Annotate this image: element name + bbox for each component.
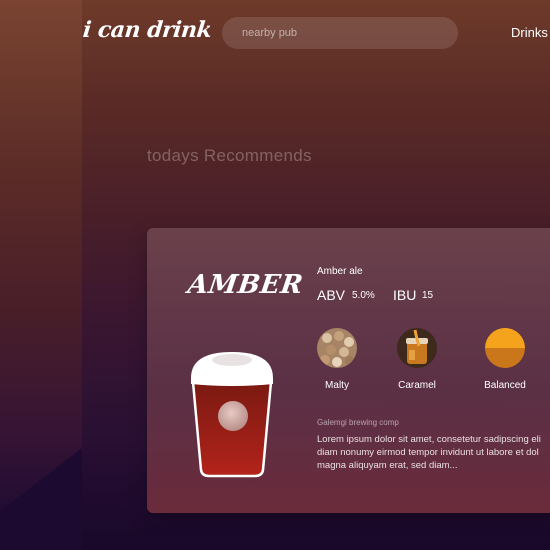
- app-logo[interactable]: i can drink: [82, 17, 213, 43]
- flavor-label: Malty: [325, 380, 349, 391]
- beer-style: Amber ale: [317, 266, 363, 277]
- search-bar[interactable]: [222, 17, 458, 49]
- description-line: Lorem ipsum dolor sit amet, consetetur s…: [317, 434, 541, 445]
- malt-grain-icon: [317, 328, 357, 368]
- caramel-jar-icon: [397, 328, 437, 368]
- beer-card[interactable]: AMBER Amber ale ABV 5.0% IBU 15 Malty Ca…: [147, 228, 550, 513]
- flavor-malty[interactable]: Malty: [307, 328, 367, 391]
- flavor-label: Balanced: [484, 380, 526, 391]
- flavor-balanced[interactable]: Balanced: [475, 328, 535, 391]
- ibu-value: 15: [422, 290, 434, 301]
- beer-glass-icon: [191, 352, 273, 478]
- abv-label: ABV: [317, 287, 346, 303]
- abv-value: 5.0%: [352, 290, 375, 301]
- balance-circle-icon: [485, 328, 525, 368]
- description-line: magna aliquyam erat, sed diam...: [317, 460, 458, 471]
- description-line: diam nonumy eirmod tempor invidunt ut la…: [317, 447, 539, 458]
- beer-name: AMBER: [185, 270, 305, 300]
- nav-drinks-link[interactable]: Drinks: [511, 25, 548, 40]
- flavor-caramel[interactable]: Caramel: [387, 328, 447, 391]
- search-input[interactable]: [240, 26, 458, 40]
- section-title: todays Recommends: [147, 146, 312, 165]
- brewer-name: Galemgi brewing comp: [317, 418, 399, 427]
- ibu-label: IBU: [393, 287, 417, 303]
- beer-description: Lorem ipsum dolor sit amet, consetetur s…: [317, 433, 550, 472]
- flavor-label: Caramel: [398, 380, 436, 391]
